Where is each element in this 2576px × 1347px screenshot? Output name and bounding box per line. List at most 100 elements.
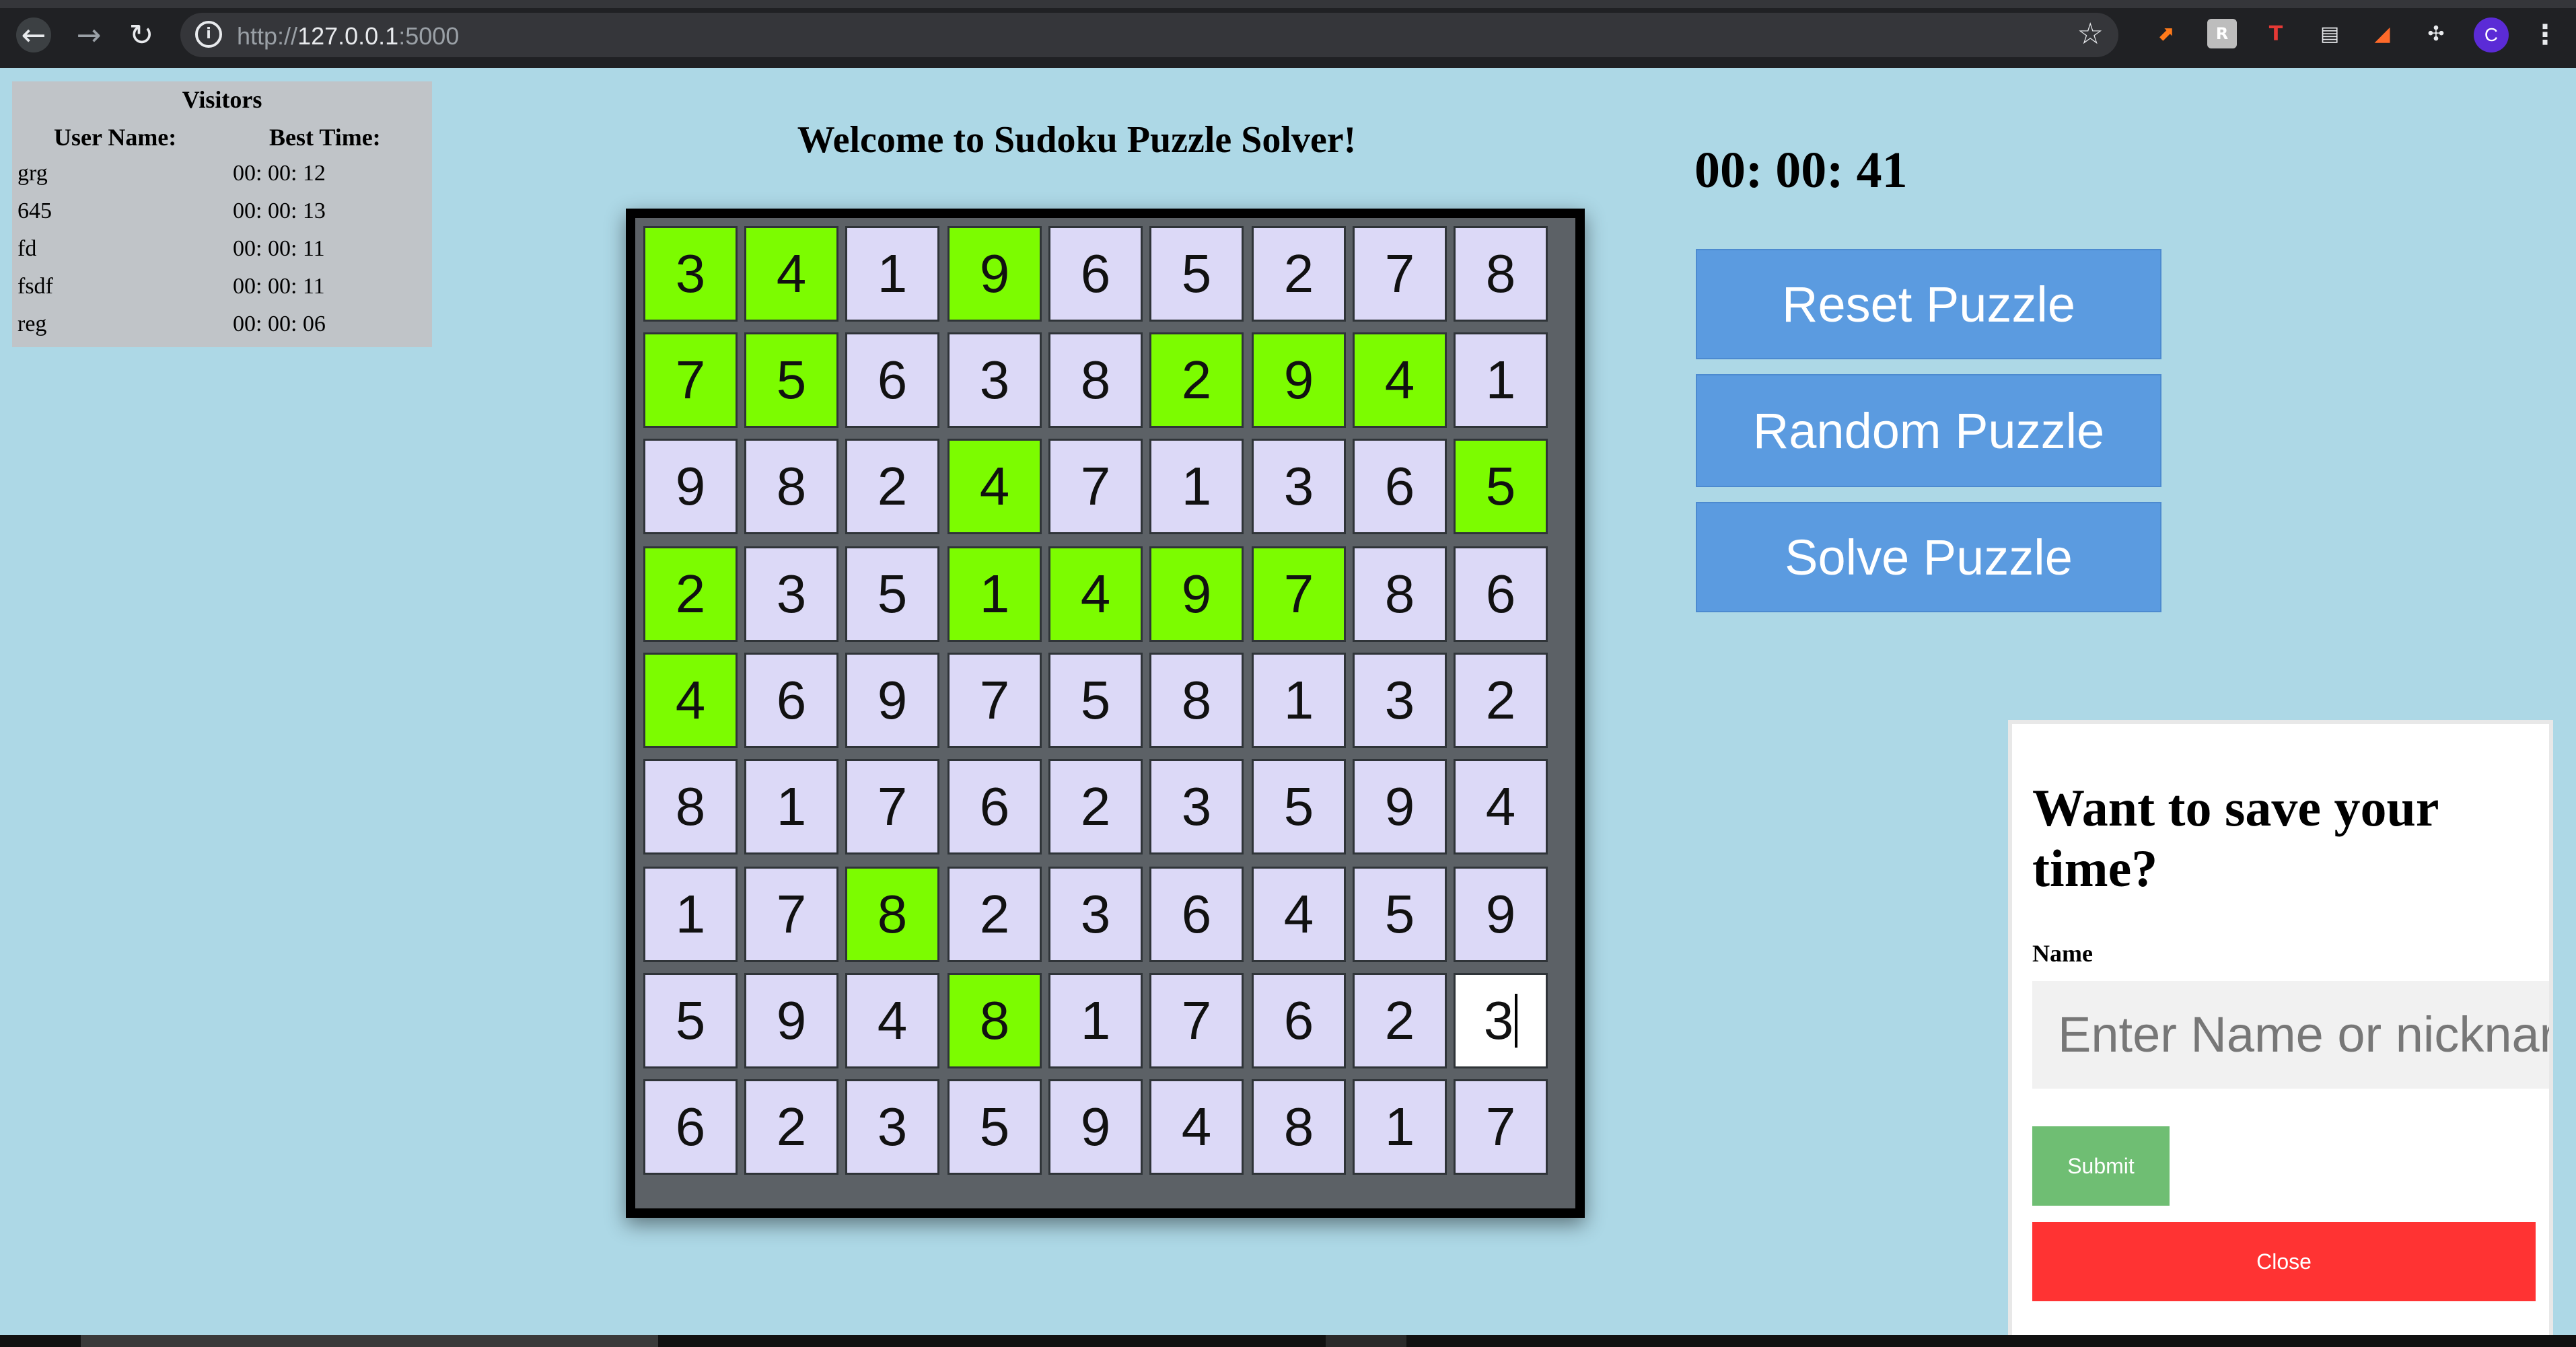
- sudoku-cell[interactable]: 6: [1353, 439, 1447, 534]
- sudoku-cell[interactable]: 5: [845, 546, 939, 642]
- sudoku-cell[interactable]: 1: [643, 867, 738, 962]
- sudoku-cell[interactable]: 1: [845, 226, 939, 322]
- name-input[interactable]: Enter Name or nicknar: [2032, 981, 2549, 1089]
- url-text[interactable]: http://127.0.0.1:5000: [237, 22, 459, 50]
- sudoku-cell[interactable]: 7: [1048, 439, 1143, 534]
- forward-icon[interactable]: →: [71, 17, 106, 52]
- sudoku-cell[interactable]: 2: [1149, 332, 1244, 428]
- sudoku-cell[interactable]: 6: [1048, 226, 1143, 322]
- sudoku-cell[interactable]: 3: [845, 1079, 939, 1175]
- sudoku-cell[interactable]: 4: [1454, 759, 1548, 854]
- sudoku-cell[interactable]: 1: [1048, 973, 1143, 1068]
- sudoku-cell[interactable]: 3: [947, 332, 1042, 428]
- sudoku-cell[interactable]: 4: [1149, 1079, 1244, 1175]
- sudoku-cell[interactable]: 5: [643, 973, 738, 1068]
- sudoku-cell[interactable]: 7: [1454, 1079, 1548, 1175]
- sudoku-cell[interactable]: 4: [947, 439, 1042, 534]
- sudoku-cell[interactable]: 4: [744, 226, 838, 322]
- sudoku-cell[interactable]: 1: [1149, 439, 1244, 534]
- sudoku-cell[interactable]: 1: [1454, 332, 1548, 428]
- sudoku-cell[interactable]: 2: [744, 1079, 838, 1175]
- sudoku-cell[interactable]: 6: [1149, 867, 1244, 962]
- sudoku-cell[interactable]: 8: [1353, 546, 1447, 642]
- sudoku-cell[interactable]: 9: [947, 226, 1042, 322]
- sudoku-cell[interactable]: 6: [1252, 973, 1346, 1068]
- sudoku-cell[interactable]: 4: [845, 973, 939, 1068]
- sudoku-cell[interactable]: 9: [1454, 867, 1548, 962]
- sudoku-cell[interactable]: 4: [1252, 867, 1346, 962]
- sudoku-cell[interactable]: 9: [845, 653, 939, 748]
- reload-icon[interactable]: ↻: [124, 17, 159, 52]
- sudoku-cell[interactable]: 8: [845, 867, 939, 962]
- extension-icon-3[interactable]: T: [2261, 19, 2291, 48]
- sudoku-cell[interactable]: 3: [744, 546, 838, 642]
- sudoku-cell[interactable]: 9: [1149, 546, 1244, 642]
- sudoku-cell[interactable]: 2: [1252, 226, 1346, 322]
- sudoku-cell[interactable]: 3: [1252, 439, 1346, 534]
- sudoku-cell[interactable]: 5: [947, 1079, 1042, 1175]
- solve-puzzle-button[interactable]: Solve Puzzle: [1696, 502, 2161, 612]
- sudoku-cell[interactable]: 9: [1048, 1079, 1143, 1175]
- sudoku-cell[interactable]: 3: [1353, 653, 1447, 748]
- sudoku-cell[interactable]: 1: [1252, 653, 1346, 748]
- sudoku-cell[interactable]: 4: [1353, 332, 1447, 428]
- sudoku-cell[interactable]: 7: [1149, 973, 1244, 1068]
- sudoku-cell[interactable]: 8: [744, 439, 838, 534]
- sudoku-cell[interactable]: 3: [643, 226, 738, 322]
- extensions-puzzle-icon[interactable]: ✣: [2421, 19, 2451, 48]
- extension-icon-5[interactable]: ◢: [2367, 19, 2397, 48]
- profile-avatar[interactable]: C: [2474, 17, 2509, 52]
- sudoku-cell[interactable]: 5: [1353, 867, 1447, 962]
- sudoku-cell[interactable]: 7: [845, 759, 939, 854]
- taskbar-item[interactable]: [81, 1335, 658, 1347]
- submit-button[interactable]: Submit: [2032, 1126, 2170, 1206]
- sudoku-cell[interactable]: 4: [1048, 546, 1143, 642]
- close-button[interactable]: Close: [2032, 1222, 2536, 1301]
- extension-icon-2[interactable]: R: [2207, 19, 2237, 48]
- sudoku-cell[interactable]: 7: [1353, 226, 1447, 322]
- sudoku-cell[interactable]: 2: [1048, 759, 1143, 854]
- sudoku-cell[interactable]: 8: [947, 973, 1042, 1068]
- sudoku-cell[interactable]: 4: [643, 653, 738, 748]
- sudoku-cell[interactable]: 8: [1048, 332, 1143, 428]
- sudoku-cell[interactable]: 6: [947, 759, 1042, 854]
- sudoku-cell[interactable]: 2: [1353, 973, 1447, 1068]
- sudoku-cell[interactable]: 9: [1353, 759, 1447, 854]
- sudoku-cell[interactable]: 9: [744, 973, 838, 1068]
- sudoku-cell[interactable]: 7: [1252, 546, 1346, 642]
- sudoku-cell[interactable]: 9: [643, 439, 738, 534]
- browser-menu-icon[interactable]: ⋮: [2532, 17, 2559, 52]
- sudoku-cell[interactable]: 1: [1353, 1079, 1447, 1175]
- sudoku-cell[interactable]: 2: [845, 439, 939, 534]
- sudoku-cell[interactable]: 8: [1252, 1079, 1346, 1175]
- random-puzzle-button[interactable]: Random Puzzle: [1696, 374, 2161, 487]
- sudoku-cell[interactable]: 5: [1252, 759, 1346, 854]
- sudoku-cell[interactable]: 9: [1252, 332, 1346, 428]
- sudoku-cell[interactable]: 2: [1454, 653, 1548, 748]
- sudoku-cell[interactable]: 8: [1149, 653, 1244, 748]
- sudoku-cell[interactable]: 6: [643, 1079, 738, 1175]
- reset-puzzle-button[interactable]: Reset Puzzle: [1696, 249, 2161, 359]
- sudoku-cell[interactable]: 3: [1454, 973, 1548, 1068]
- sudoku-cell[interactable]: 5: [744, 332, 838, 428]
- sudoku-cell[interactable]: 2: [643, 546, 738, 642]
- site-info-icon[interactable]: i: [195, 21, 222, 48]
- bookmark-star-icon[interactable]: ☆: [2077, 17, 2104, 51]
- sudoku-cell[interactable]: 2: [947, 867, 1042, 962]
- sudoku-cell[interactable]: 5: [1454, 439, 1548, 534]
- sudoku-cell[interactable]: 7: [744, 867, 838, 962]
- extension-icon-1[interactable]: ⬈: [2151, 19, 2180, 48]
- sudoku-cell[interactable]: 5: [1149, 226, 1244, 322]
- sudoku-cell[interactable]: 7: [947, 653, 1042, 748]
- sudoku-cell[interactable]: 3: [1048, 867, 1143, 962]
- sudoku-cell[interactable]: 3: [1149, 759, 1244, 854]
- sudoku-cell[interactable]: 8: [643, 759, 738, 854]
- back-icon[interactable]: ←: [16, 17, 51, 52]
- sudoku-cell[interactable]: 6: [1454, 546, 1548, 642]
- sudoku-cell[interactable]: 1: [947, 546, 1042, 642]
- sudoku-cell[interactable]: 6: [845, 332, 939, 428]
- address-bar[interactable]: i http://127.0.0.1:5000 ☆: [180, 13, 2118, 57]
- taskbar-item[interactable]: [1326, 1335, 1406, 1347]
- sudoku-cell[interactable]: 7: [643, 332, 738, 428]
- sudoku-cell[interactable]: 6: [744, 653, 838, 748]
